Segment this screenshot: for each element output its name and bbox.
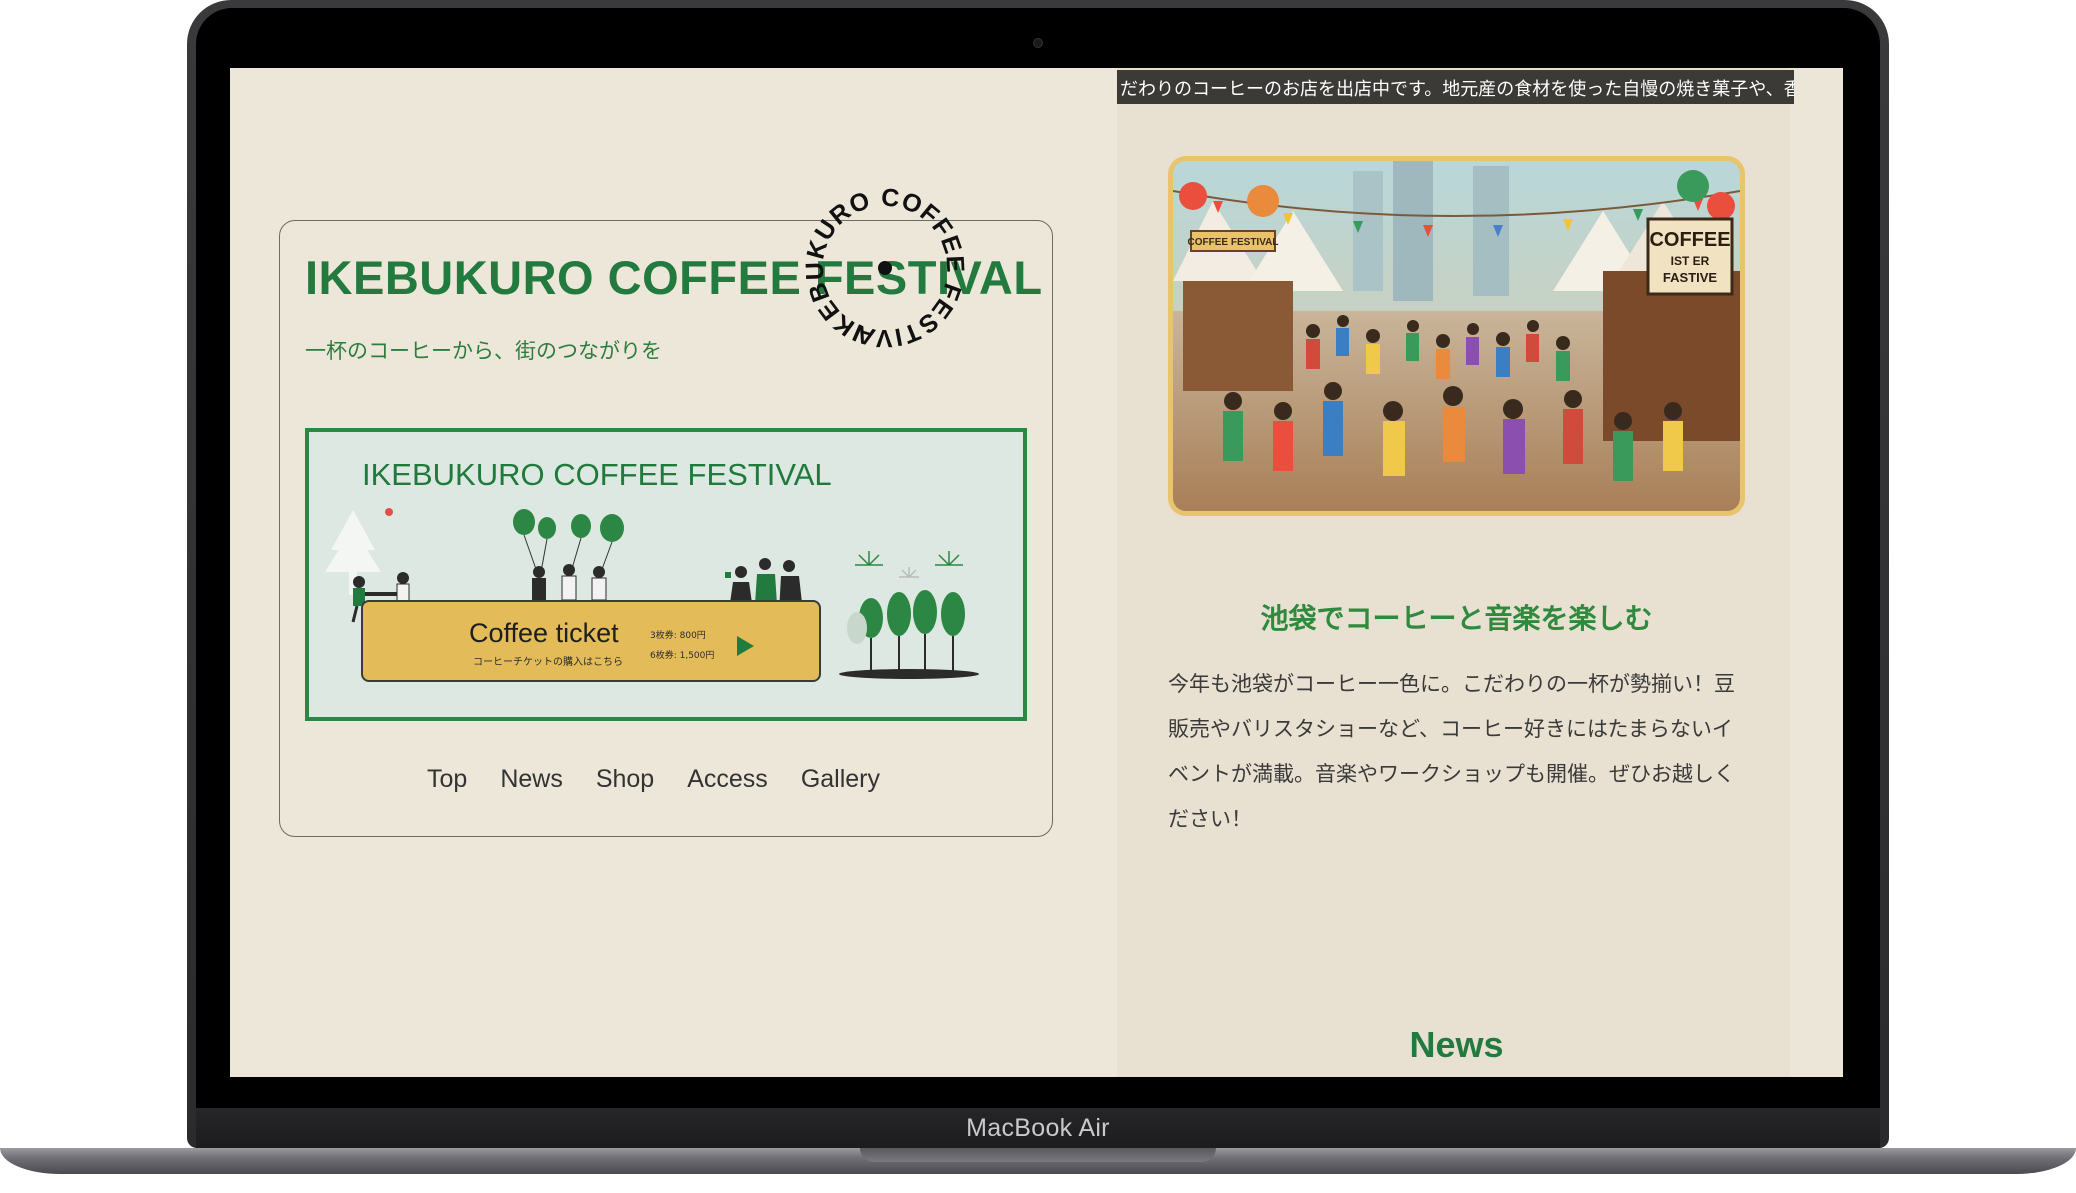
nav-item-gallery[interactable]: Gallery (801, 765, 880, 794)
nav-item-shop[interactable]: Shop (596, 765, 654, 794)
tagline: 一杯のコーヒーから、街のつながりを (305, 339, 662, 363)
tree-icon (325, 510, 381, 595)
intro-title: 池袋でコーヒーと音楽を楽しむ (1260, 602, 1653, 635)
nav-item-news[interactable]: News (500, 765, 563, 794)
badge-center-dot (878, 261, 892, 275)
page-margin (1790, 68, 1843, 1077)
browser-viewport: IKEBUKURO COFFEE FESTIVAL 一杯のコーヒーから、街のつな… (230, 68, 1843, 1077)
camera-icon (1033, 38, 1043, 48)
festival-hero-image: COFFEE FESTIVAL COFFEE IST ER FASTIVE (1168, 156, 1745, 516)
main-nav: Top News Shop Access Gallery (427, 765, 913, 794)
ticket-subtitle: コーヒーチケットの購入はこちら (473, 657, 623, 668)
play-icon[interactable] (737, 636, 754, 656)
ticker-text: だわりのコーヒーのお店を出店中です。地元産の食材を使った自慢の焼き菓子や、香り (1120, 79, 1794, 100)
tree-row-icon (839, 590, 979, 679)
ticket-price-3: 3枚券: 800円 (650, 631, 706, 641)
nav-item-access[interactable]: Access (687, 765, 768, 794)
hero-sign-coffee: COFFEE (1649, 229, 1730, 251)
festival-crowd-illustration: COFFEE FESTIVAL COFFEE IST ER FASTIVE (1173, 161, 1740, 511)
nav-item-top[interactable]: Top (427, 765, 467, 794)
device-label: MacBook Air (966, 1114, 1110, 1142)
ticket-button[interactable]: Coffee ticket コーヒーチケットの購入はこちら 3枚券: 800円 … (361, 600, 821, 682)
fireworks-icon (855, 551, 963, 578)
coffee-ticket-banner[interactable]: IKEBUKURO COFFEE FESTIVAL Coffee ticket … (305, 428, 1027, 721)
ticket-title: Coffee ticket (469, 618, 619, 648)
intro-text: 今年も池袋がコーヒー一色に。こだわりの一杯が勢揃い！豆販売やバリスタショーなど、… (1168, 672, 1735, 831)
news-ticker: だわりのコーヒーのお店を出店中です。地元産の食材を使った自慢の焼き菓子や、香り (1117, 70, 1794, 104)
hero-sign-line3: FASTIVE (1663, 270, 1718, 285)
banner-title: IKEBUKURO COFFEE FESTIVAL (362, 457, 832, 492)
hero-sign-line2: IST ER (1671, 254, 1710, 268)
news-heading: News (1409, 1024, 1504, 1065)
laptop-base-notch (860, 1148, 1216, 1162)
circular-logo-badge: IKEBUKURO COFFEE FESTIVAL (785, 168, 985, 368)
stall-sign-text: COFFEE FESTIVAL (1188, 237, 1279, 248)
ticket-price-6: 6枚券: 1,500円 (650, 651, 715, 661)
